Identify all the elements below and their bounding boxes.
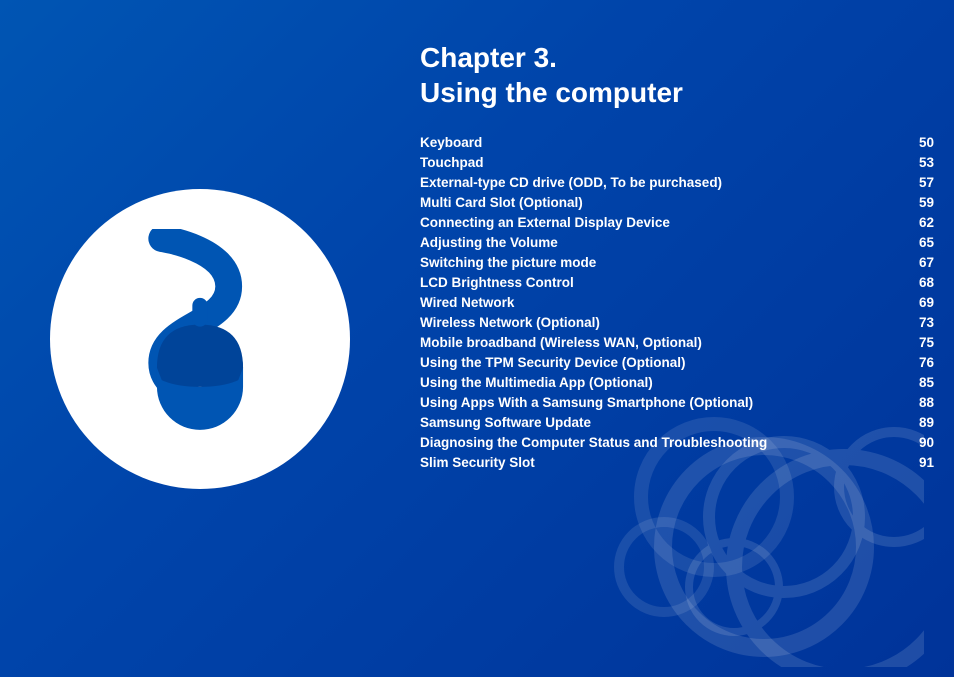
toc-item[interactable]: Slim Security Slot91 [420,452,934,472]
toc-item[interactable]: Using the TPM Security Device (Optional)… [420,352,934,372]
toc-item[interactable]: Keyboard50 [420,132,934,152]
toc-item-page: 73 [906,315,934,330]
toc-item-page: 68 [906,275,934,290]
toc-item-label: Slim Security Slot [420,455,906,470]
chapter-title-line1: Chapter 3. [420,40,934,75]
toc-item-label: Mobile broadband (Wireless WAN, Optional… [420,335,906,350]
chapter-title-line2: Using the computer [420,75,934,110]
toc-item-page: 50 [906,135,934,150]
mouse-circle-bg [50,189,350,489]
toc-item-label: Multi Card Slot (Optional) [420,195,906,210]
toc-item[interactable]: Adjusting the Volume65 [420,232,934,252]
toc-item-page: 62 [906,215,934,230]
toc-item-label: Using Apps With a Samsung Smartphone (Op… [420,395,906,410]
toc-item[interactable]: External-type CD drive (ODD, To be purch… [420,172,934,192]
toc-item[interactable]: Diagnosing the Computer Status and Troub… [420,432,934,452]
toc-item-label: Keyboard [420,135,906,150]
toc-item[interactable]: Using Apps With a Samsung Smartphone (Op… [420,392,934,412]
toc-item-page: 65 [906,235,934,250]
toc-item-label: External-type CD drive (ODD, To be purch… [420,175,906,190]
toc-item-page: 76 [906,355,934,370]
toc-item[interactable]: Using the Multimedia App (Optional)85 [420,372,934,392]
toc-item[interactable]: Mobile broadband (Wireless WAN, Optional… [420,332,934,352]
toc-item[interactable]: Connecting an External Display Device62 [420,212,934,232]
toc-item-label: Samsung Software Update [420,415,906,430]
toc-item-label: Adjusting the Volume [420,235,906,250]
toc-item-page: 69 [906,295,934,310]
toc-item-page: 85 [906,375,934,390]
toc-item-page: 75 [906,335,934,350]
toc-item-label: LCD Brightness Control [420,275,906,290]
chapter-title: Chapter 3. Using the computer [420,40,934,110]
mouse-icon [100,229,300,449]
toc-item-label: Connecting an External Display Device [420,215,906,230]
toc-item-label: Wired Network [420,295,906,310]
mouse-illustration [40,149,360,529]
toc-item[interactable]: Multi Card Slot (Optional)59 [420,192,934,212]
toc-item-label: Switching the picture mode [420,255,906,270]
toc-item[interactable]: Wired Network69 [420,292,934,312]
toc-item-page: 57 [906,175,934,190]
toc-item-label: Diagnosing the Computer Status and Troub… [420,435,906,450]
table-of-contents: Keyboard50Touchpad53External-type CD dri… [420,132,934,472]
toc-item-label: Wireless Network (Optional) [420,315,906,330]
toc-item-label: Using the TPM Security Device (Optional) [420,355,906,370]
toc-item[interactable]: Samsung Software Update89 [420,412,934,432]
toc-item-label: Touchpad [420,155,906,170]
toc-item[interactable]: LCD Brightness Control68 [420,272,934,292]
toc-item[interactable]: Wireless Network (Optional)73 [420,312,934,332]
toc-item-page: 89 [906,415,934,430]
toc-item-page: 88 [906,395,934,410]
toc-item[interactable]: Switching the picture mode67 [420,252,934,272]
toc-item[interactable]: Touchpad53 [420,152,934,172]
main-content: Chapter 3. Using the computer Keyboard50… [420,40,934,657]
toc-item-page: 53 [906,155,934,170]
toc-item-page: 67 [906,255,934,270]
toc-item-page: 90 [906,435,934,450]
toc-item-page: 59 [906,195,934,210]
toc-item-label: Using the Multimedia App (Optional) [420,375,906,390]
toc-item-page: 91 [906,455,934,470]
